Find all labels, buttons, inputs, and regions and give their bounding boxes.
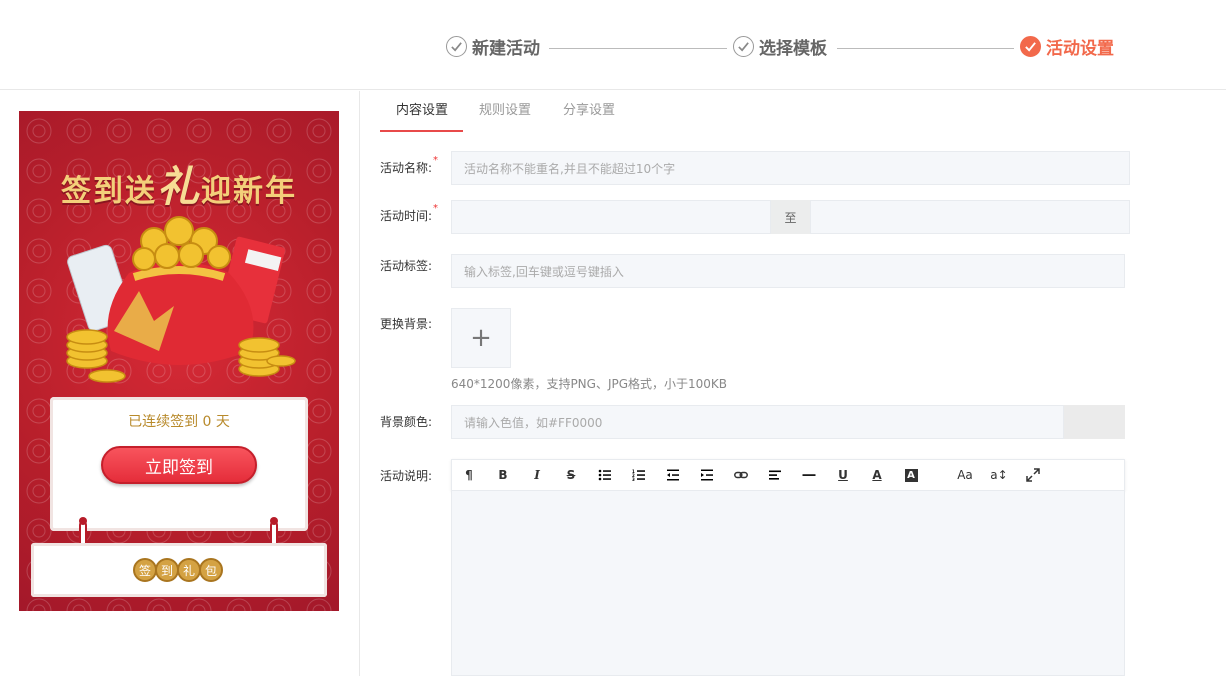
step-activity-settings[interactable]: 活动设置 [1020, 34, 1114, 59]
poster-title-part1: 签到送 [60, 174, 157, 209]
step-label: 新建活动 [472, 38, 540, 59]
background-color-input[interactable]: 请输入色值，如#FF0000 [451, 405, 1064, 439]
activity-description-label: 活动说明: [380, 469, 433, 483]
unordered-list-icon[interactable] [588, 460, 622, 490]
activity-time-label: 活动时间:* [380, 203, 438, 224]
underline-icon[interactable]: U [826, 460, 860, 490]
activity-tags-input[interactable]: 输入标签,回车键或逗号键插入 [451, 254, 1125, 288]
background-label: 更换背景: [380, 317, 433, 331]
background-upload-button[interactable]: + [451, 308, 511, 368]
end-time-input[interactable] [810, 200, 1130, 234]
fullscreen-icon[interactable] [1016, 460, 1050, 490]
step-label: 活动设置 [1046, 38, 1114, 59]
step-connector [549, 48, 727, 49]
preview-pane: 签到送礼迎新年 已连续签到 0 天 立即签到 签 到 礼 包 [0, 91, 360, 676]
required-mark: * [433, 203, 439, 214]
font-color-icon[interactable]: A [860, 460, 894, 490]
check-icon [733, 35, 754, 57]
ordered-list-icon[interactable]: 123 [622, 460, 656, 490]
check-icon [1020, 35, 1041, 57]
link-icon[interactable] [724, 460, 758, 490]
activity-name-label-text: 活动名称: [380, 161, 433, 175]
rich-text-editor-body[interactable] [451, 491, 1125, 676]
poster-title-highlight: 礼 [156, 162, 201, 211]
step-label: 选择模板 [759, 38, 827, 59]
line-height-icon[interactable]: a↕ [982, 460, 1016, 490]
tab-share-settings[interactable]: 分享设置 [547, 91, 631, 132]
tab-content-settings[interactable]: 内容设置 [380, 91, 464, 132]
poster-title-part2: 迎新年 [201, 174, 297, 209]
color-picker-swatch[interactable] [1064, 405, 1125, 439]
gift-coin: 到 [155, 558, 179, 582]
required-mark: * [433, 155, 439, 166]
background-color-glyph: A [904, 468, 918, 482]
italic-icon[interactable]: I [520, 460, 554, 490]
font-size-icon[interactable]: Aa [948, 460, 982, 490]
poster-preview: 签到送礼迎新年 已连续签到 0 天 立即签到 签 到 礼 包 [19, 111, 339, 611]
activity-name-label: 活动名称:* [380, 155, 438, 176]
signin-card: 已连续签到 0 天 立即签到 [50, 397, 308, 531]
paragraph-icon[interactable]: ¶ [452, 460, 486, 490]
tab-rule-settings[interactable]: 规则设置 [463, 91, 547, 132]
rich-text-toolbar: ¶ B I S 123 U A A Aa a↕ [451, 459, 1125, 491]
strikethrough-icon[interactable]: S [554, 460, 588, 490]
date-range-separator: 至 [771, 200, 810, 234]
lucky-bag-illustration [66, 216, 296, 383]
background-color-label: 背景颜色: [380, 415, 433, 429]
horizontal-rule-icon[interactable] [792, 460, 826, 490]
activity-name-input[interactable]: 活动名称不能重名,并且不能超过10个字 [451, 151, 1130, 185]
gift-coin: 签 [133, 558, 157, 582]
settings-tabs: 内容设置 规则设置 分享设置 [380, 91, 631, 132]
step-choose-template[interactable]: 选择模板 [733, 34, 827, 59]
activity-tags-label: 活动标签: [380, 259, 433, 273]
bold-icon[interactable]: B [486, 460, 520, 490]
gift-coin: 礼 [177, 558, 201, 582]
poster-title: 签到送礼迎新年 [19, 153, 339, 214]
plus-icon: + [470, 323, 492, 353]
activity-time-label-text: 活动时间: [380, 209, 433, 223]
gift-pack-coins: 签 到 礼 包 [133, 558, 223, 582]
svg-text:3: 3 [632, 477, 635, 482]
gift-coin: 包 [199, 558, 223, 582]
streak-text: 已连续签到 0 天 [128, 414, 230, 430]
background-color-icon[interactable]: A [894, 460, 928, 490]
align-left-icon[interactable] [758, 460, 792, 490]
step-new-activity[interactable]: 新建活动 [446, 34, 540, 59]
gift-pack-panel[interactable]: 签 到 礼 包 [31, 543, 327, 597]
start-time-input[interactable] [451, 200, 771, 234]
check-icon [446, 35, 467, 57]
step-connector [837, 48, 1014, 49]
stepper-header: 新建活动 选择模板 活动设置 [0, 0, 1226, 90]
signin-button[interactable]: 立即签到 [101, 446, 257, 484]
background-size-hint: 640*1200像素，支持PNG、JPG格式，小于100KB [451, 377, 728, 391]
outdent-icon[interactable] [656, 460, 690, 490]
indent-icon[interactable] [690, 460, 724, 490]
